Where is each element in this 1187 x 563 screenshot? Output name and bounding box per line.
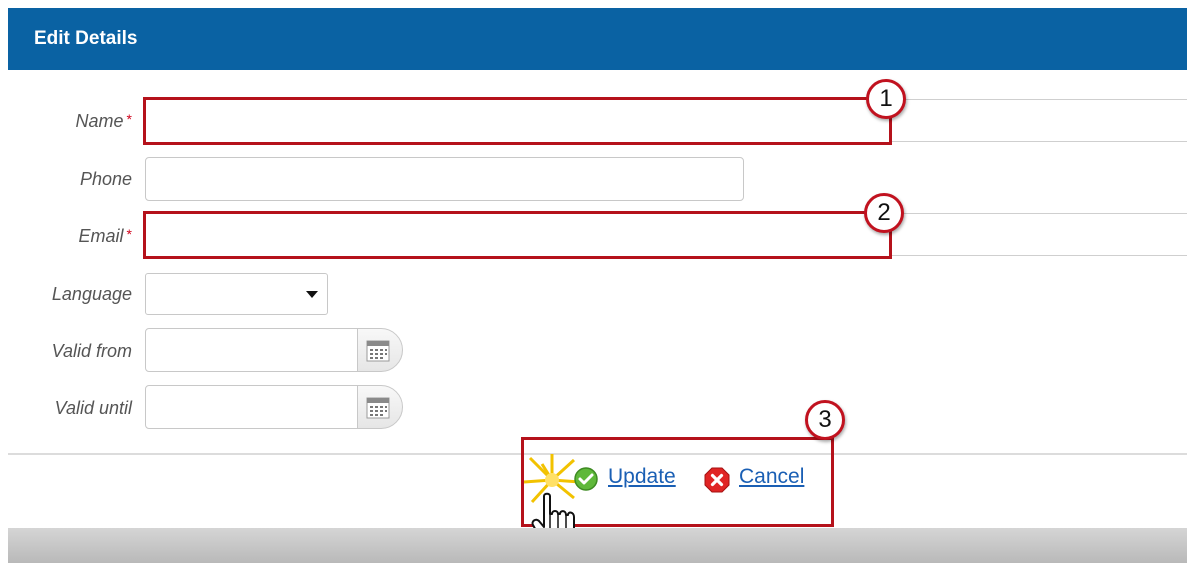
callout-highlight-2 xyxy=(143,211,892,259)
dropdown-caret-icon xyxy=(306,291,318,298)
phone-input[interactable] xyxy=(145,157,744,201)
callout-highlight-1 xyxy=(143,97,892,145)
calendar-icon xyxy=(366,340,390,362)
language-label: Language xyxy=(51,284,132,304)
valid-from-label: Valid from xyxy=(51,341,132,361)
language-select[interactable] xyxy=(145,273,328,315)
panel-title: Edit Details xyxy=(34,28,138,49)
valid-from-input[interactable] xyxy=(145,328,358,372)
phone-label: Phone xyxy=(79,169,132,189)
callout-badge-2: 2 xyxy=(864,193,904,233)
name-label: Name * xyxy=(75,111,132,131)
calendar-icon xyxy=(366,397,390,419)
callout-badge-1: 1 xyxy=(866,79,906,119)
required-mark: * xyxy=(126,226,132,242)
panel-footer xyxy=(8,528,1187,563)
email-label: Email * xyxy=(78,226,132,246)
email-field-extension xyxy=(888,213,1187,256)
valid-until-calendar-button[interactable] xyxy=(357,385,403,429)
panel-header: Edit Details xyxy=(8,8,1187,70)
callout-badge-3: 3 xyxy=(805,400,845,440)
required-mark: * xyxy=(126,111,132,127)
valid-from-calendar-button[interactable] xyxy=(357,328,403,372)
valid-until-input[interactable] xyxy=(145,385,358,429)
valid-until-label: Valid until xyxy=(54,398,132,418)
name-field-extension xyxy=(888,99,1187,142)
